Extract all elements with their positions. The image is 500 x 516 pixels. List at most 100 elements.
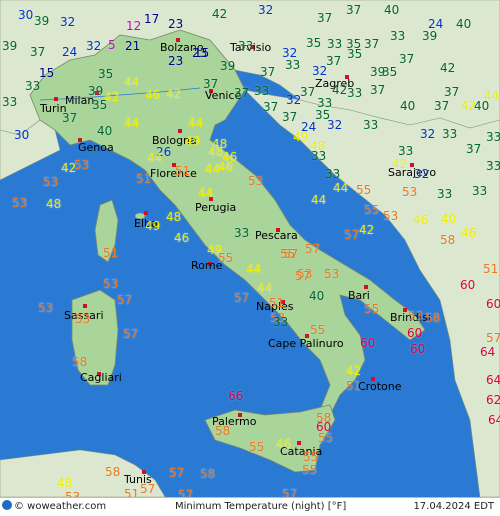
temp-label: 57 [486, 331, 500, 345]
temp-label: 33 [486, 159, 500, 173]
temp-label: 33 [486, 130, 500, 144]
temp-label: 30 [18, 8, 34, 22]
temp-label: 32 [258, 3, 274, 17]
temp-label: 37 [203, 77, 219, 91]
temp-label: 48 [46, 197, 62, 211]
temp-label: 33 [442, 127, 458, 141]
temp-label: 57 [282, 487, 298, 497]
temp-label: 37 [234, 86, 250, 100]
temp-label: 35 [382, 65, 398, 79]
temp-label: 39 [88, 84, 104, 98]
map-title: Minimum Temperature (night) [°F] [175, 501, 347, 512]
temp-label: 42 [346, 364, 362, 378]
temp-label: 33 [238, 39, 254, 53]
temp-label: 44 [311, 193, 327, 207]
temp-label: 44 [333, 181, 349, 195]
temp-label: 37 [346, 3, 362, 17]
temp-label: 35 [92, 98, 108, 112]
temp-label: 58 [200, 467, 216, 481]
temp-label: 48 [57, 476, 73, 490]
temp-label: 37 [263, 100, 279, 114]
temp-label: 53 [324, 267, 340, 281]
forecast-date: 17.04.2024 EDT [413, 501, 494, 512]
source-credit[interactable]: © woweather.com [2, 498, 106, 515]
temp-label: 33 [325, 167, 341, 181]
temp-label: 33 [254, 84, 270, 98]
temp-label: 23 [168, 54, 184, 68]
temp-label: 53 [75, 312, 91, 326]
temp-label: 58 [425, 311, 441, 325]
temp-label: 33 [437, 187, 453, 201]
temp-label: 57 [140, 482, 156, 496]
temp-label: 46 [218, 160, 234, 174]
temp-label: 51 [483, 262, 499, 276]
temp-label: 55 [364, 203, 380, 217]
city-label: Pescara [255, 229, 298, 242]
temp-label: 44 [124, 75, 140, 89]
city-label: Cagliari [80, 371, 122, 384]
temp-label: 35 [347, 47, 363, 61]
temp-label: 37 [300, 85, 316, 99]
temp-label: 37 [326, 54, 342, 68]
temp-label: 48 [208, 145, 224, 159]
temp-label: 40 [441, 212, 457, 226]
source-text: © woweather.com [14, 501, 107, 512]
temp-label: 37 [260, 65, 276, 79]
temp-label: 40 [97, 124, 113, 138]
temp-label: 53 [402, 185, 418, 199]
temp-label: 57 [169, 466, 185, 480]
temp-label: 51 [136, 172, 152, 186]
temp-label: 51 [175, 164, 191, 178]
temp-label: 62 [486, 393, 500, 407]
temp-label: 32 [312, 64, 328, 78]
temp-label: 15 [39, 66, 55, 80]
temp-label: 55 [218, 251, 234, 265]
temp-label: 37 [364, 37, 380, 51]
temp-label: 53 [383, 209, 399, 223]
temp-label: 42 [392, 157, 408, 171]
temp-label: 58 [72, 355, 88, 369]
temp-label: 33 [327, 37, 343, 51]
temp-label: 12 [126, 19, 142, 33]
temp-label: 44 [198, 186, 214, 200]
temp-label: 33 [347, 86, 363, 100]
temp-label: 46 [174, 231, 190, 245]
temp-label: 46 [145, 88, 161, 102]
temp-label: 39 [34, 14, 50, 28]
temp-label: 58 [215, 424, 231, 438]
temp-label: 33 [2, 95, 18, 109]
temp-label: 53 [74, 158, 90, 172]
city-label: Genoa [78, 141, 114, 154]
temp-label: 37 [370, 83, 386, 97]
city-label: Perugia [195, 201, 237, 214]
temp-label: 55 [310, 323, 326, 337]
temp-label: 32 [420, 127, 436, 141]
temp-label: 17 [144, 12, 160, 26]
footer-bar: © woweather.com Minimum Temperature (nig… [0, 497, 500, 516]
city-label: Crotone [358, 380, 402, 393]
temp-label: 57 [344, 228, 360, 242]
temp-label: 66 [228, 389, 244, 403]
temp-label: 37 [317, 11, 333, 25]
temp-label: 40 [309, 289, 325, 303]
temp-label: 32 [286, 93, 302, 107]
temp-label: 51 [124, 487, 140, 497]
temp-label: 5 [108, 38, 116, 52]
temp-label: 32 [327, 118, 343, 132]
temp-label: 40 [400, 99, 416, 113]
temp-label: 37 [282, 110, 298, 124]
temp-label: 58 [105, 465, 121, 479]
temp-label: 57 [295, 269, 311, 283]
temp-label: 42 [61, 161, 77, 175]
temp-label: 55 [356, 183, 372, 197]
temp-label: 55 [364, 302, 380, 316]
temp-label: 55 [302, 463, 318, 477]
temp-label: 57 [305, 242, 321, 256]
temp-label: 60 [486, 297, 500, 311]
temp-label: 64 [488, 413, 500, 427]
temp-label: 33 [285, 58, 301, 72]
temp-label: 24 [62, 45, 78, 59]
temp-label: 53 [248, 174, 264, 188]
temp-label: 30 [14, 128, 30, 142]
temp-label: 37 [434, 99, 450, 113]
